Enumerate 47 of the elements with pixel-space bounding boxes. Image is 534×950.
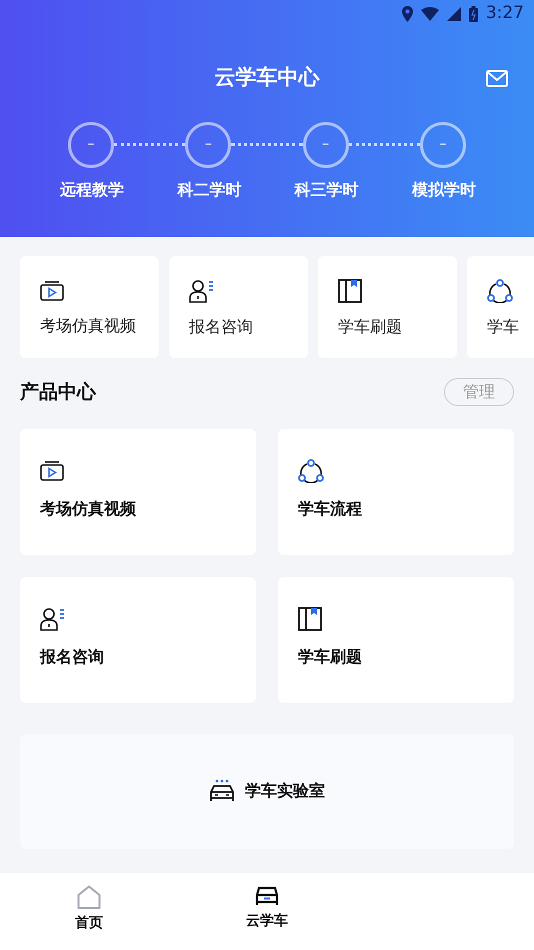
network-icon <box>298 459 324 484</box>
car-icon <box>209 779 235 803</box>
car-front-icon <box>255 885 279 907</box>
step-label: 远程教学 <box>59 178 125 200</box>
nav-tab[interactable]: 云学车 <box>178 873 356 950</box>
product-card[interactable]: 学车刷题 <box>278 576 514 702</box>
mail-icon[interactable] <box>486 70 508 87</box>
product-label: 考场仿真视频 <box>40 498 137 520</box>
product-label: 报名咨询 <box>40 646 105 668</box>
product-label: 学车刷题 <box>298 646 363 668</box>
section-title: 产品中心 <box>20 380 96 405</box>
book-icon <box>298 607 322 632</box>
step-label: 科二学时 <box>176 178 242 200</box>
nav-tab[interactable]: 首页 <box>0 873 178 950</box>
signal-icon <box>446 7 461 21</box>
step-label: 科三学时 <box>293 178 360 200</box>
video-icon <box>40 460 64 482</box>
shortcut-card[interactable]: 学车刷题 <box>318 256 457 358</box>
shortcut-card[interactable]: 学车 <box>467 256 534 358</box>
page-title: 云学车中心 <box>214 65 320 89</box>
location-icon <box>402 6 413 22</box>
video-icon <box>40 280 64 302</box>
person-list-icon <box>40 607 66 632</box>
shortcut-label: 学车 <box>487 316 520 338</box>
product-card[interactable]: 考场仿真视频 <box>20 428 256 554</box>
progress-step-circle: – <box>420 122 466 168</box>
shortcut-label: 考场仿真视频 <box>40 315 137 337</box>
home-icon <box>77 885 101 909</box>
status-time: 3:27 <box>486 2 524 26</box>
product-label: 学车流程 <box>298 498 363 520</box>
progress-step-circle: – <box>185 122 232 168</box>
lab-label: 学车实验室 <box>245 780 325 802</box>
network-icon <box>487 278 513 303</box>
shortcut-label: 报名咨询 <box>189 316 254 338</box>
person-list-icon <box>189 278 215 303</box>
progress-step-circle: – <box>302 122 349 168</box>
shortcut-card[interactable]: 报名咨询 <box>169 256 308 358</box>
wifi-icon <box>420 7 439 21</box>
product-card[interactable]: 报名咨询 <box>20 576 256 702</box>
product-card[interactable]: 学车流程 <box>278 428 514 554</box>
step-label: 模拟学时 <box>410 178 477 200</box>
book-icon <box>338 278 362 303</box>
battery-icon <box>468 6 478 22</box>
lab-card[interactable]: 学车实验室 <box>20 734 514 848</box>
progress-step-circle: – <box>68 122 114 168</box>
shortcut-card[interactable]: 考场仿真视频 <box>20 256 159 358</box>
shortcut-label: 学车刷题 <box>338 316 403 338</box>
